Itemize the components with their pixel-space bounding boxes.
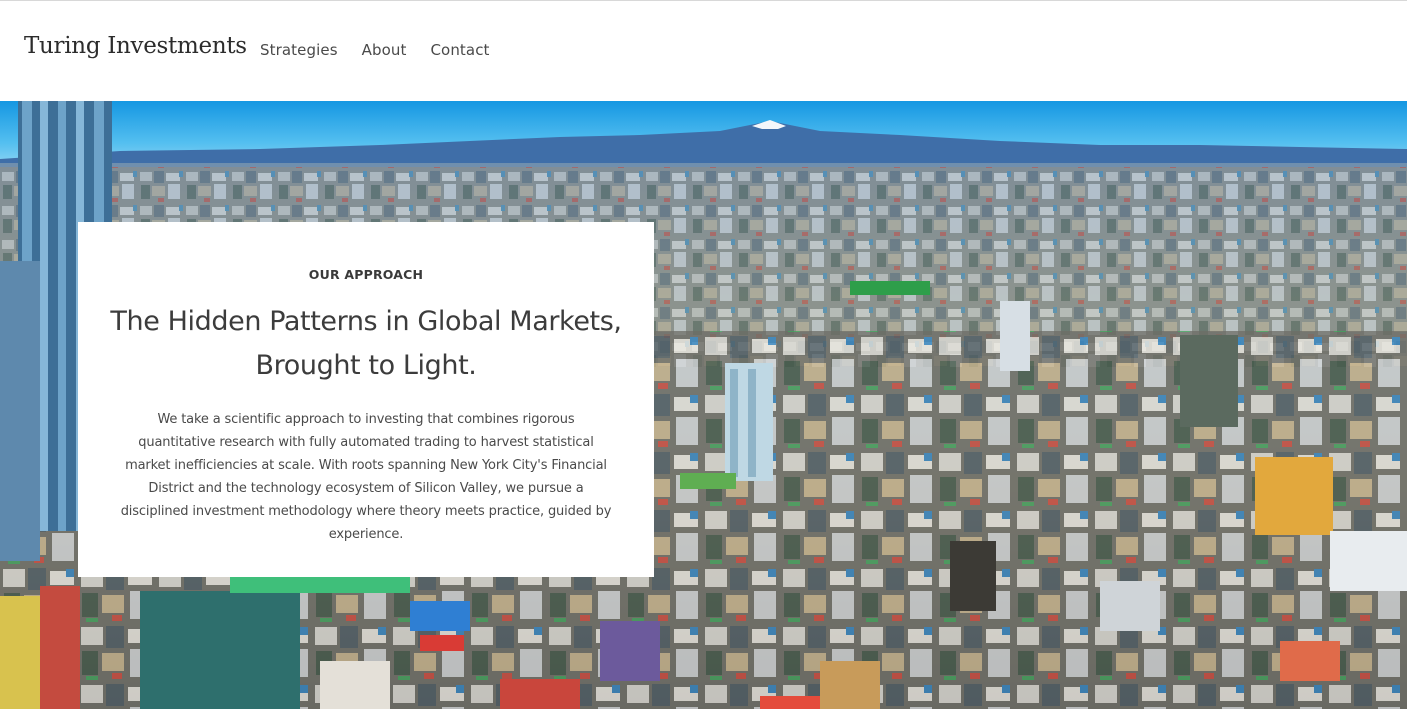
hero-headline-line-2: Brought to Light. [255, 350, 477, 381]
approach-card: OUR APPROACH The Hidden Patterns in Glob… [78, 222, 654, 577]
hero-headline: The Hidden Patterns in Global Markets, B… [98, 300, 634, 388]
nav-link-about[interactable]: About [362, 41, 407, 59]
hero-section: OUR APPROACH The Hidden Patterns in Glob… [0, 101, 1407, 709]
hero-headline-line-1: The Hidden Patterns in Global Markets, [110, 306, 622, 337]
nav-link-contact[interactable]: Contact [430, 41, 489, 59]
nav-link-strategies[interactable]: Strategies [260, 41, 338, 59]
brand-logo[interactable]: Turing Investments [24, 33, 247, 59]
hero-body-text: We take a scientific approach to investi… [120, 412, 612, 542]
main-nav: Strategies About Contact [260, 41, 490, 59]
site-header: Turing Investments Strategies About Cont… [0, 0, 1407, 101]
section-eyebrow: OUR APPROACH [308, 267, 424, 282]
